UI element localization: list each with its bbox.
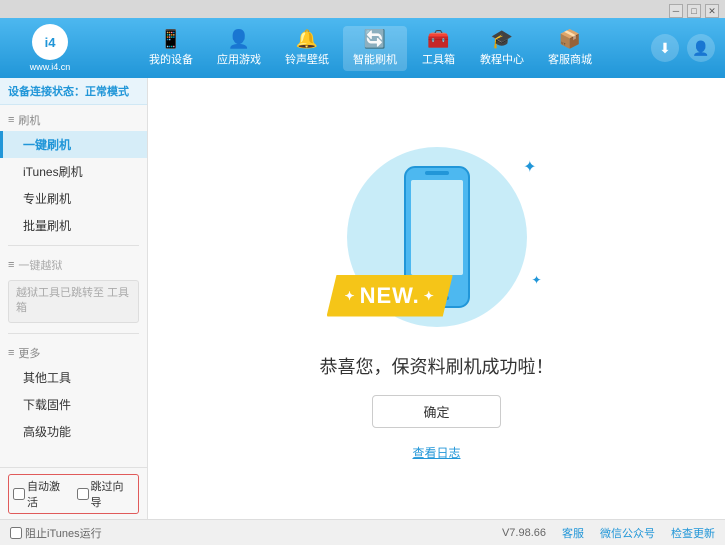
tools-icon: 🧰 xyxy=(427,30,449,48)
skip-wizard-label: 跳过向导 xyxy=(91,478,135,510)
tutorial-icon: 🎓 xyxy=(491,30,513,48)
confirm-button[interactable]: 确定 xyxy=(372,395,500,428)
nav-items: 📱 我的设备 👤 应用游戏 🔔 铃声壁纸 🔄 智能刷机 🧰 工具箱 🎓 教程中心… xyxy=(90,26,651,71)
sidebar-item-batch-flash[interactable]: 批量刷机 xyxy=(0,212,147,239)
sidebar-section-more: ≡ 更多 其他工具 下载固件 高级功能 xyxy=(0,338,147,447)
content-area: ✦ ✦ NEW. 恭喜您，保资料刷机成功啦！ 确定 xyxy=(148,78,725,519)
phone-illustration: ✦ ✦ NEW. xyxy=(327,137,547,337)
skip-wizard-checkbox[interactable] xyxy=(77,488,89,500)
footer: 阻止iTunes运行 V7.98.66 客服 微信公众号 检查更新 xyxy=(0,519,725,545)
more-section-label: 更多 xyxy=(18,345,40,361)
nav-label-my-device: 我的设备 xyxy=(149,51,193,67)
nav-item-flash[interactable]: 🔄 智能刷机 xyxy=(343,26,407,71)
flash-section-label: 刷机 xyxy=(18,112,40,128)
auto-activate-option[interactable]: 自动激活 xyxy=(13,478,71,510)
logo-text: i4 xyxy=(45,35,56,50)
sidebar-item-download-firmware[interactable]: 下载固件 xyxy=(0,391,147,418)
auto-activate-checkbox[interactable] xyxy=(13,488,25,500)
logo-url: www.i4.cn xyxy=(30,62,71,72)
success-area: ✦ ✦ NEW. 恭喜您，保资料刷机成功啦！ 确定 xyxy=(320,137,554,461)
device-section: 自动激活 跳过向导 📱 iPhone 15 Pro Max 512GB iPho… xyxy=(0,467,147,519)
nav-item-tutorial[interactable]: 🎓 教程中心 xyxy=(470,26,534,71)
ringtone-icon: 🔔 xyxy=(296,30,318,48)
nav-label-shop: 客服商城 xyxy=(548,51,592,67)
minimize-button[interactable]: ─ xyxy=(669,4,683,18)
logo-area: i4 www.i4.cn xyxy=(10,24,90,72)
window-controls: ─ □ ✕ xyxy=(669,4,719,18)
download-button[interactable]: ⬇ xyxy=(651,34,679,62)
close-button[interactable]: ✕ xyxy=(705,4,719,18)
header-right: ⬇ 👤 xyxy=(651,34,715,62)
nav-label-apps: 应用游戏 xyxy=(217,51,261,67)
jailbreak-section-icon: ≡ xyxy=(8,259,14,271)
nav-label-tools: 工具箱 xyxy=(422,51,455,67)
sidebar-item-itunes-flash[interactable]: iTunes刷机 xyxy=(0,158,147,185)
my-device-icon: 📱 xyxy=(160,30,182,48)
jailbreak-section-label: 一键越狱 xyxy=(18,257,62,273)
new-badge: NEW. xyxy=(327,275,453,317)
nav-item-ringtone[interactable]: 🔔 铃声壁纸 xyxy=(275,26,339,71)
flash-section-icon: ≡ xyxy=(8,114,14,126)
nav-label-flash: 智能刷机 xyxy=(353,51,397,67)
nav-item-apps[interactable]: 👤 应用游戏 xyxy=(207,26,271,71)
sidebar: 设备连接状态：正常模式 ≡ 刷机 一键刷机 iTunes刷机 专业刷机 批量刷机 xyxy=(0,78,148,519)
logo-icon: i4 xyxy=(32,24,68,60)
status-label: 设备连接状态： xyxy=(8,86,85,98)
jailbreak-disabled-text: 越狱工具已跳转至 工具箱 xyxy=(16,287,129,314)
sidebar-item-pro-flash[interactable]: 专业刷机 xyxy=(0,185,147,212)
new-badge-text: NEW. xyxy=(360,283,420,309)
main-layout: 设备连接状态：正常模式 ≡ 刷机 一键刷机 iTunes刷机 专业刷机 批量刷机 xyxy=(0,78,725,519)
top-bar: ─ □ ✕ xyxy=(0,0,725,18)
success-title: 恭喜您，保资料刷机成功啦！ xyxy=(320,353,554,379)
auto-options-box: 自动激活 跳过向导 xyxy=(8,474,139,514)
nav-label-ringtone: 铃声壁纸 xyxy=(285,51,329,67)
divider-2 xyxy=(8,333,139,334)
flash-icon: 🔄 xyxy=(364,30,386,48)
nav-label-tutorial: 教程中心 xyxy=(480,51,524,67)
sidebar-item-onekey-flash[interactable]: 一键刷机 xyxy=(0,131,147,158)
nav-item-my-device[interactable]: 📱 我的设备 xyxy=(139,26,203,71)
flash-section-header: ≡ 刷机 xyxy=(0,107,147,131)
log-link[interactable]: 查看日志 xyxy=(412,444,460,461)
header: i4 www.i4.cn 📱 我的设备 👤 应用游戏 🔔 铃声壁纸 🔄 智能刷机… xyxy=(0,18,725,78)
nav-item-tools[interactable]: 🧰 工具箱 xyxy=(411,26,466,71)
sparkle-bottom-right-icon: ✦ xyxy=(531,273,541,287)
jailbreak-disabled-box: 越狱工具已跳转至 工具箱 xyxy=(8,280,139,323)
user-button[interactable]: 👤 xyxy=(687,34,715,62)
sidebar-section-flash: ≡ 刷机 一键刷机 iTunes刷机 专业刷机 批量刷机 xyxy=(0,105,147,241)
more-section-icon: ≡ xyxy=(8,347,14,359)
stop-itunes-checkbox[interactable] xyxy=(10,527,22,539)
version-text: V7.98.66 xyxy=(502,527,546,539)
maximize-button[interactable]: □ xyxy=(687,4,701,18)
status-bar: 设备连接状态：正常模式 xyxy=(0,78,147,105)
more-section-header: ≡ 更多 xyxy=(0,340,147,364)
sparkle-top-left-icon: ✦ xyxy=(523,157,536,177)
sidebar-item-other-tools[interactable]: 其他工具 xyxy=(0,364,147,391)
skip-wizard-option[interactable]: 跳过向导 xyxy=(77,478,135,510)
shop-icon: 📦 xyxy=(559,30,581,48)
status-value: 正常模式 xyxy=(85,86,129,98)
sidebar-item-advanced[interactable]: 高级功能 xyxy=(0,418,147,445)
auto-activate-label: 自动激活 xyxy=(27,478,71,510)
apps-icon: 👤 xyxy=(228,30,250,48)
sidebar-section-jailbreak: ≡ 一键越狱 越狱工具已跳转至 工具箱 xyxy=(0,250,147,329)
nav-item-shop[interactable]: 📦 客服商城 xyxy=(538,26,602,71)
divider-1 xyxy=(8,245,139,246)
jailbreak-section-header: ≡ 一键越狱 xyxy=(0,252,147,276)
